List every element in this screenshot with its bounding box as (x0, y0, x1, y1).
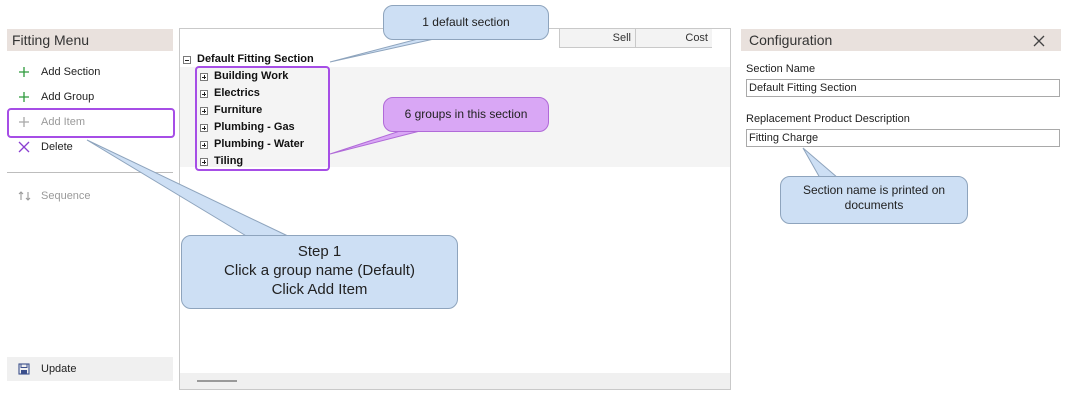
callout-groups-count: 6 groups in this section (383, 97, 549, 132)
callout-step-1: Step 1 Click a group name (Default) Clic… (181, 235, 458, 309)
step-line-2: Click Add Item (271, 281, 368, 298)
callout-section-name-printed: Section name is printed on documents (780, 176, 968, 224)
step-line-1: Click a group name (Default) (224, 262, 415, 279)
callout-default-section: 1 default section (383, 5, 549, 40)
step-title: Step 1 (297, 243, 342, 260)
